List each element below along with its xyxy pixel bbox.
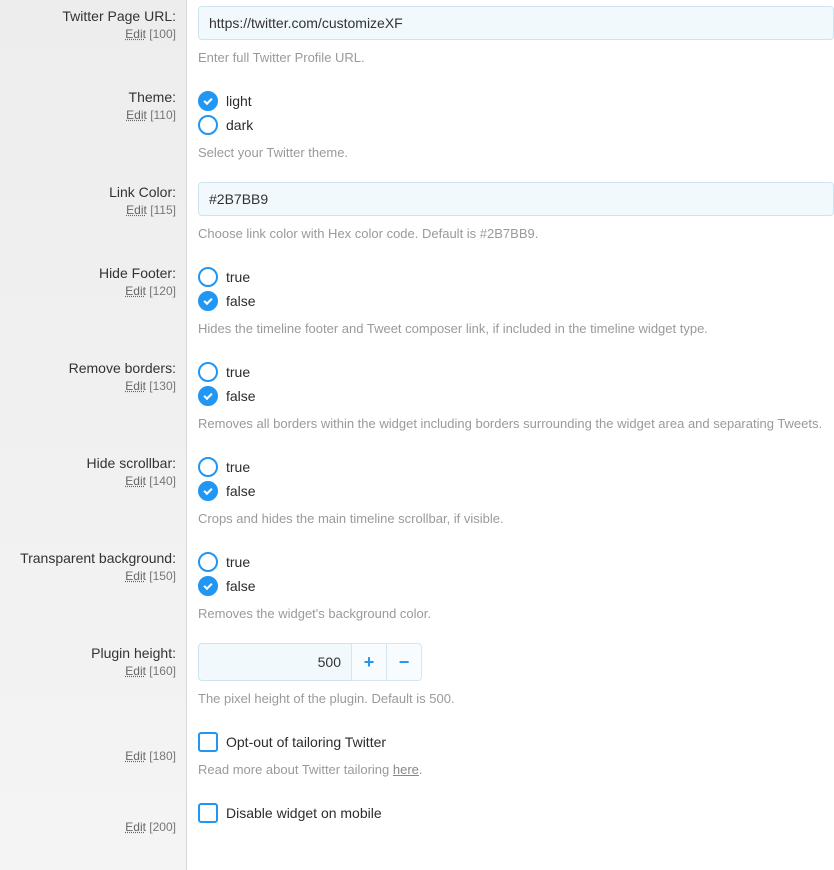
edit-link-130[interactable]: Edit (125, 379, 146, 393)
edit-num-130: [130] (149, 379, 176, 393)
disable-mobile-label: Disable widget on mobile (226, 805, 382, 821)
radio-icon (198, 457, 218, 477)
edit-link-150[interactable]: Edit (125, 569, 146, 583)
hide-scrollbar-true-text: true (226, 459, 250, 475)
radio-icon (198, 115, 218, 135)
theme-hint: Select your Twitter theme. (198, 145, 834, 160)
radio-selected-icon (198, 576, 218, 596)
transparent-bg-hint: Removes the widget's background color. (198, 606, 834, 621)
hide-scrollbar-hint: Crops and hides the main timeline scroll… (198, 511, 834, 526)
plugin-height-hint: The pixel height of the plugin. Default … (198, 691, 834, 706)
edit-link-115[interactable]: Edit (126, 203, 147, 217)
hide-scrollbar-false-text: false (226, 483, 256, 499)
transparent-bg-true[interactable]: true (198, 552, 834, 572)
edit-num-160: [160] (149, 664, 176, 678)
twitter-url-hint: Enter full Twitter Profile URL. (198, 50, 834, 65)
hide-footer-true[interactable]: true (198, 267, 834, 287)
plugin-height-label: Plugin height: (6, 645, 176, 661)
hide-footer-false[interactable]: false (198, 291, 834, 311)
transparent-bg-false[interactable]: false (198, 576, 834, 596)
edit-num-120: [120] (149, 284, 176, 298)
twitter-url-label: Twitter Page URL: (6, 8, 176, 24)
theme-label: Theme: (6, 89, 176, 105)
disable-mobile-checkbox-row[interactable]: Disable widget on mobile (198, 803, 834, 823)
edit-link-200[interactable]: Edit (125, 820, 146, 834)
radio-selected-icon (198, 291, 218, 311)
remove-borders-false[interactable]: false (198, 386, 834, 406)
hide-footer-hint: Hides the timeline footer and Tweet comp… (198, 321, 834, 336)
radio-icon (198, 267, 218, 287)
theme-dark-text: dark (226, 117, 253, 133)
edit-link-110[interactable]: Edit (126, 108, 147, 122)
stepper-plus-button[interactable]: + (351, 643, 387, 681)
opt-out-checkbox-row[interactable]: Opt-out of tailoring Twitter (198, 732, 834, 752)
edit-num-200: [200] (149, 820, 176, 834)
hide-scrollbar-label: Hide scrollbar: (6, 455, 176, 471)
remove-borders-true-text: true (226, 364, 250, 380)
edit-link-100[interactable]: Edit (125, 27, 146, 41)
hide-scrollbar-true[interactable]: true (198, 457, 834, 477)
radio-icon (198, 362, 218, 382)
hide-scrollbar-false[interactable]: false (198, 481, 834, 501)
edit-link-160[interactable]: Edit (125, 664, 146, 678)
radio-selected-icon (198, 481, 218, 501)
theme-option-dark[interactable]: dark (198, 115, 834, 135)
edit-link-180[interactable]: Edit (125, 749, 146, 763)
edit-num-100: [100] (149, 27, 176, 41)
edit-link-120[interactable]: Edit (125, 284, 146, 298)
hide-footer-true-text: true (226, 269, 250, 285)
remove-borders-true[interactable]: true (198, 362, 834, 382)
remove-borders-false-text: false (226, 388, 256, 404)
checkbox-icon (198, 732, 218, 752)
edit-num-110: [110] (150, 108, 176, 122)
edit-link-140[interactable]: Edit (125, 474, 146, 488)
edit-num-150: [150] (149, 569, 176, 583)
remove-borders-hint: Removes all borders within the widget in… (198, 416, 834, 431)
opt-out-hint: Read more about Twitter tailoring here. (198, 762, 834, 777)
theme-option-light[interactable]: light (198, 91, 834, 111)
link-color-hint: Choose link color with Hex color code. D… (198, 226, 834, 241)
link-color-label: Link Color: (6, 184, 176, 200)
transparent-bg-label: Transparent background: (6, 550, 176, 566)
hide-footer-label: Hide Footer: (6, 265, 176, 281)
transparent-bg-false-text: false (226, 578, 256, 594)
plugin-height-input[interactable] (198, 643, 352, 681)
hide-footer-false-text: false (226, 293, 256, 309)
link-color-input[interactable] (198, 182, 834, 216)
theme-light-text: light (226, 93, 252, 109)
edit-num-140: [140] (149, 474, 176, 488)
stepper-minus-button[interactable]: − (386, 643, 422, 681)
radio-selected-icon (198, 91, 218, 111)
remove-borders-label: Remove borders: (6, 360, 176, 376)
tailoring-here-link[interactable]: here (393, 762, 419, 777)
twitter-url-input[interactable] (198, 6, 834, 40)
edit-num-180: [180] (149, 749, 176, 763)
checkbox-icon (198, 803, 218, 823)
radio-icon (198, 552, 218, 572)
radio-selected-icon (198, 386, 218, 406)
edit-num-115: [115] (150, 203, 176, 217)
transparent-bg-true-text: true (226, 554, 250, 570)
opt-out-label: Opt-out of tailoring Twitter (226, 734, 386, 750)
